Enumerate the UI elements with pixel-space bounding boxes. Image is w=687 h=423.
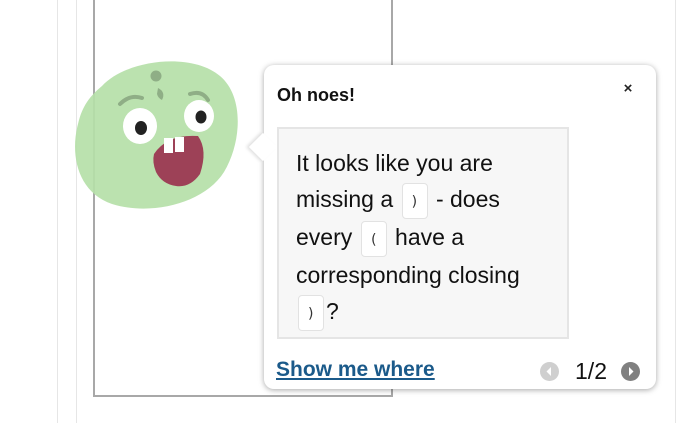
next-hint-button[interactable] <box>621 361 640 381</box>
message-text: have a <box>395 223 465 250</box>
message-text: every <box>296 223 353 250</box>
chevron-right-icon <box>629 366 634 376</box>
gutter-line <box>675 0 676 423</box>
message-text: corresponding closing <box>296 261 520 288</box>
close-button[interactable]: × <box>618 79 638 99</box>
message-text: - does <box>435 186 500 212</box>
show-me-where-link[interactable]: Show me where <box>276 358 435 382</box>
message-text: It looks like you are <box>296 150 493 176</box>
page-counter: 1/2 <box>575 357 607 384</box>
code-token: ) <box>298 294 324 331</box>
editor-stage: Oh noes! × It looks like you are missing… <box>0 0 687 423</box>
popup-title: Oh noes! <box>277 85 356 105</box>
avatar-body <box>75 61 238 209</box>
message-line: It looks like you are <box>296 145 551 181</box>
hint-pager: 1/2 <box>540 357 640 385</box>
previous-hint-button[interactable] <box>540 361 560 381</box>
code-token: ( <box>360 220 387 257</box>
chevron-left-icon <box>546 366 552 376</box>
code-token: ) <box>401 182 428 219</box>
error-popup: Oh noes! × It looks like you are missing… <box>248 65 656 389</box>
message-line: )? <box>296 293 551 331</box>
gutter-line <box>57 0 58 423</box>
error-message: It looks like you are missing a ) - does… <box>277 127 569 339</box>
message-text: missing a <box>296 186 394 212</box>
message-line: every ( have a <box>296 219 551 257</box>
message-line: corresponding closing <box>296 257 551 293</box>
message-text: ? <box>326 297 339 324</box>
oh-noes-avatar <box>75 61 238 209</box>
message-line: missing a ) - does <box>296 181 551 219</box>
